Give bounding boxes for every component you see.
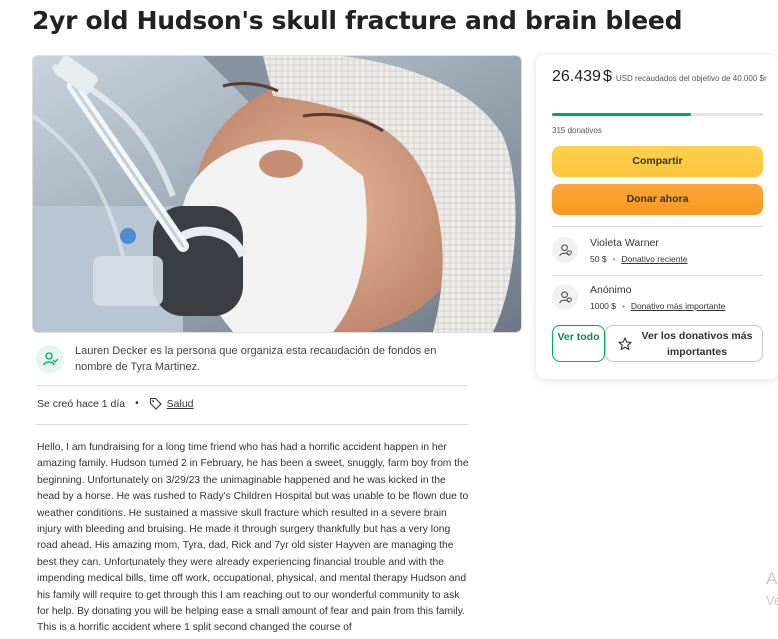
share-button[interactable]: Compartir [552,146,763,177]
user-icon [43,352,58,366]
campaign-hero-image [32,55,522,333]
story-paragraph: Hello, I am fundraising for a long time … [37,442,469,634]
donation-detail: 50 $ • Donativo reciente [590,254,688,264]
donor-name: Anónimo [590,284,632,296]
raised-summary: 26.439 $ USD recaudados del objetivo de 40… [552,69,767,87]
divider [552,275,763,276]
donor-heart-icon [558,290,572,303]
campaign-meta: Se creó hace 1 día • Salud [37,397,194,410]
organizer-avatar [36,345,64,373]
created-date: Se creó hace 1 día [37,397,126,410]
donor-name: Violeta Warner [590,237,659,249]
separator-dot: • [622,301,625,311]
offscreen-panel-fragment: A Ve [766,568,778,612]
see-top-donations-button[interactable]: Ver los donativos más importantes [605,325,763,362]
divider [552,226,763,227]
category-link[interactable]: Salud [167,398,194,410]
campaign-title: 2yr old Hudson's skull fracture and brai… [32,6,683,35]
donation-label[interactable]: Donativo más importante [631,301,726,311]
see-top-donations-label: Ver los donativos más importantes [641,329,753,358]
donation-sidebar: 26.439 $ USD recaudados del objetivo de 40… [536,55,778,379]
donor-heart-icon [558,243,572,256]
fragment-line: Ve [766,593,778,608]
donation-amount: 50 $ [590,254,607,264]
tag-icon [149,397,162,410]
organizer-text: Lauren Decker es la persona que organiza… [75,345,437,373]
donation-detail: 1000 $ • Donativo más importante [590,301,725,311]
progress-fill [552,113,692,116]
star-icon [618,336,632,351]
raised-goal-text: USD recaudados del objetivo de 40.000 $r [615,74,767,83]
hero-photo [33,56,521,332]
donor-avatar [552,284,578,310]
donation-label[interactable]: Donativo reciente [621,254,687,264]
story-text: Hello, I am fundraising for a long time … [37,440,469,637]
donation-amount: 1000 $ [590,301,616,311]
raised-amount: 26.439 [552,68,601,85]
separator-dot: • [135,398,139,409]
separator-dot: • [612,254,616,264]
donor-count: 315 donativos [552,126,602,135]
donation-item: Violeta Warner 50 $ • Donativo reciente [552,237,763,277]
fragment-line: A [766,569,778,588]
divider [36,385,468,386]
donate-button[interactable]: Donar ahora [552,184,763,215]
divider [36,424,468,425]
donor-avatar [552,237,578,263]
progress-bar [552,113,763,116]
raised-currency: $ [602,68,612,85]
donation-item: Anónimo 1000 $ • Donativo más importante [552,284,763,324]
see-all-button[interactable]: Ver todo [552,325,605,362]
